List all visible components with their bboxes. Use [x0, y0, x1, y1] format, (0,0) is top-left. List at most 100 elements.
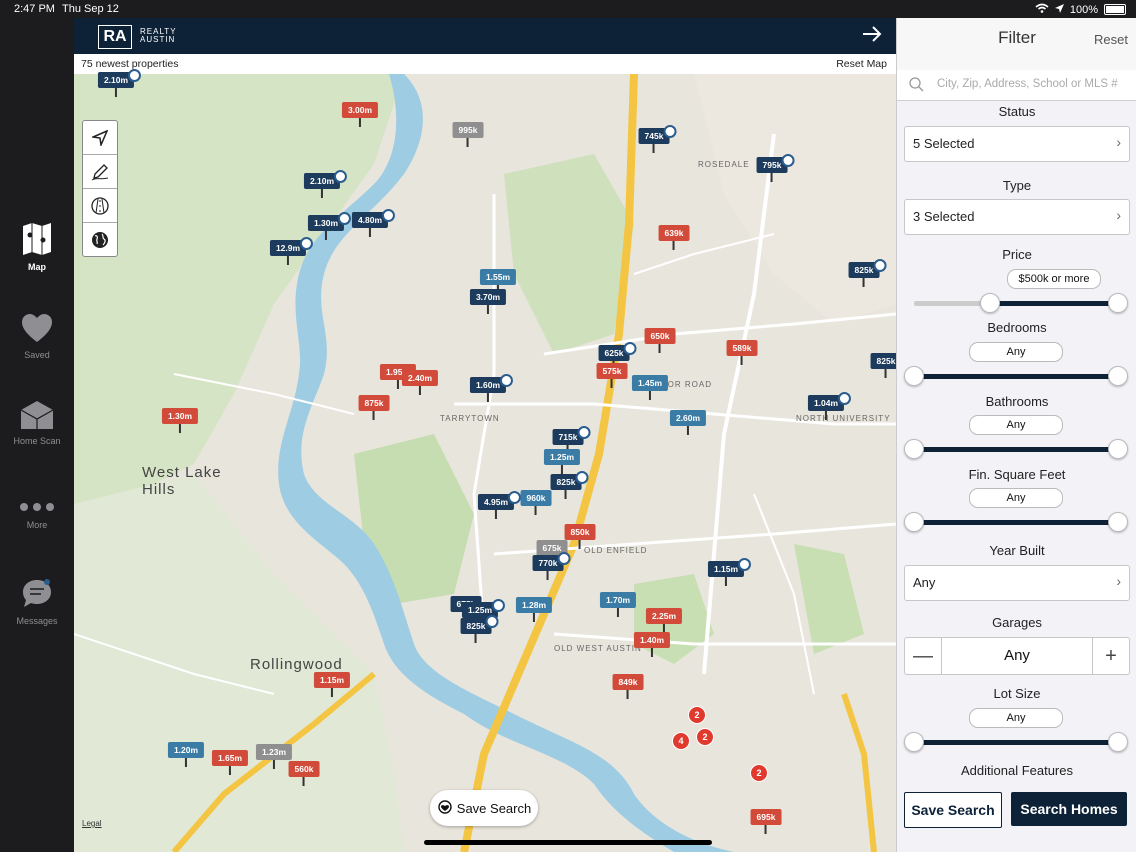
sqft-max-handle[interactable] — [1108, 512, 1128, 532]
property-pin[interactable]: 1.55m — [479, 269, 517, 294]
battery-percent: 100% — [1069, 3, 1098, 16]
area-label: ROSEDALE — [698, 160, 750, 169]
property-pin[interactable]: 3.70m — [469, 289, 507, 314]
price-min-handle[interactable] — [980, 293, 1000, 313]
property-pin[interactable]: 1.20m — [167, 742, 205, 767]
bedrooms-min-handle[interactable] — [904, 366, 924, 386]
property-pin[interactable]: 1.30m — [161, 408, 199, 433]
lot-size-slider[interactable] — [904, 732, 1128, 752]
property-pin[interactable]: 745k — [638, 125, 677, 153]
arrow-right-icon[interactable] — [862, 23, 882, 49]
property-pin[interactable]: 2.10m — [97, 69, 142, 97]
property-pin[interactable]: 695k — [750, 809, 782, 834]
property-pin[interactable]: 639k — [658, 225, 690, 250]
property-pin[interactable]: 1.23m — [255, 744, 293, 769]
open-house-dot-icon — [128, 69, 142, 82]
sidebar-item-more[interactable]: More — [0, 500, 74, 530]
map-canvas[interactable]: West Lake Hills Rollingwood TARRYTOWN RO… — [74, 69, 896, 852]
property-pin[interactable]: 575k — [596, 363, 628, 388]
property-pin[interactable]: 1.04m — [807, 392, 852, 420]
property-pin[interactable]: 650k — [644, 328, 676, 353]
realty-austin-logo[interactable]: RA — [98, 25, 132, 49]
property-pin[interactable]: 825k — [870, 353, 896, 378]
property-pin[interactable]: 4.95m — [477, 491, 522, 519]
cluster-badge[interactable]: 2 — [688, 706, 706, 724]
property-pin[interactable]: 3.00m — [341, 102, 379, 127]
property-pin-price: 1.15m — [319, 675, 345, 685]
cluster-badge[interactable]: 4 — [672, 732, 690, 750]
price-max-handle[interactable] — [1108, 293, 1128, 313]
location-search-input[interactable]: City, Zip, Address, School or MLS # — [897, 70, 1136, 101]
property-pin[interactable]: 1.60m — [469, 374, 514, 402]
sqft-min-handle[interactable] — [904, 512, 924, 532]
property-pin[interactable]: 2.60m — [669, 410, 707, 435]
legal-link[interactable]: Legal — [82, 819, 102, 828]
property-pin[interactable]: 1.40m — [633, 632, 671, 657]
lot-size-min-handle[interactable] — [904, 732, 924, 752]
property-pin[interactable]: 960k — [520, 490, 552, 515]
bathrooms-max-handle[interactable] — [1108, 439, 1128, 459]
lot-size-max-handle[interactable] — [1108, 732, 1128, 752]
property-pin[interactable]: 1.65m — [211, 750, 249, 775]
property-pin[interactable]: 995k — [452, 122, 484, 147]
open-house-dot-icon — [575, 471, 589, 484]
property-pin[interactable]: 12.9m — [269, 237, 314, 265]
property-pin[interactable]: 1.15m — [313, 672, 351, 697]
road-layer-icon[interactable] — [83, 189, 117, 223]
filter-reset-button[interactable]: Reset — [1094, 32, 1128, 47]
property-pin-price: 650k — [650, 331, 670, 341]
property-pin[interactable]: 1.70m — [599, 592, 637, 617]
globe-icon[interactable] — [83, 223, 117, 256]
property-pin[interactable]: 1.45m — [631, 375, 669, 400]
property-pin[interactable]: 850k — [564, 524, 596, 549]
bedrooms-slider[interactable] — [904, 366, 1128, 386]
bathrooms-min-handle[interactable] — [904, 439, 924, 459]
garages-increment-button[interactable]: + — [1093, 638, 1129, 674]
property-pin[interactable]: 1.25m — [543, 449, 581, 474]
property-pin[interactable]: 589k — [726, 340, 758, 365]
cluster-badge[interactable]: 2 — [696, 728, 714, 746]
price-slider[interactable] — [904, 293, 1128, 313]
home-indicator — [424, 840, 712, 845]
map-save-search-button[interactable]: Save Search — [430, 790, 538, 826]
property-pin[interactable]: 825k — [460, 615, 499, 643]
property-pin[interactable]: 825k — [550, 471, 589, 499]
map-tools — [82, 120, 118, 257]
sidebar-item-saved[interactable]: Saved — [0, 314, 74, 360]
property-pin[interactable]: 1.15m — [707, 558, 752, 586]
property-pin[interactable]: 875k — [358, 395, 390, 420]
locate-arrow-icon[interactable] — [83, 121, 117, 155]
property-pin[interactable]: 1.28m — [515, 597, 553, 622]
year-built-select[interactable]: Any › — [904, 565, 1130, 601]
draw-pencil-icon[interactable] — [83, 155, 117, 189]
additional-features-label[interactable]: Additional Features — [897, 763, 1136, 778]
sidebar-item-label: Saved — [24, 350, 50, 360]
property-pin[interactable]: 825k — [848, 259, 887, 287]
property-pin[interactable]: 795k — [756, 154, 795, 182]
cluster-badge[interactable]: 2 — [750, 764, 768, 782]
sidebar-item-home-scan[interactable]: Home Scan — [0, 400, 74, 446]
property-pin[interactable]: 849k — [612, 674, 644, 699]
save-search-button[interactable]: Save Search — [904, 792, 1002, 828]
property-pin[interactable]: 2.25m — [645, 608, 683, 633]
property-pin[interactable]: 2.10m — [303, 170, 348, 198]
property-pin[interactable]: 715k — [552, 426, 591, 454]
bedrooms-max-handle[interactable] — [1108, 366, 1128, 386]
garages-decrement-button[interactable]: — — [905, 638, 941, 674]
property-pin[interactable]: 4.80m — [351, 209, 396, 237]
property-pin-price: 1.25m — [549, 452, 575, 462]
type-select[interactable]: 3 Selected › — [904, 199, 1130, 235]
sidebar-item-messages[interactable]: Messages — [0, 578, 74, 626]
status-select[interactable]: 5 Selected › — [904, 126, 1130, 162]
search-homes-button[interactable]: Search Homes — [1011, 792, 1127, 826]
property-pin[interactable]: 1.30m — [307, 212, 352, 240]
bathrooms-slider[interactable] — [904, 439, 1128, 459]
sqft-slider[interactable] — [904, 512, 1128, 532]
property-pin[interactable]: 625k — [598, 342, 637, 370]
open-house-dot-icon — [623, 342, 637, 355]
sidebar-item-map[interactable]: Map — [0, 222, 74, 272]
property-pin[interactable]: 770k — [532, 552, 571, 580]
property-pin[interactable]: 560k — [288, 761, 320, 786]
property-pin[interactable]: 2.40m — [401, 370, 439, 395]
reset-map-button[interactable]: Reset Map — [836, 58, 887, 70]
